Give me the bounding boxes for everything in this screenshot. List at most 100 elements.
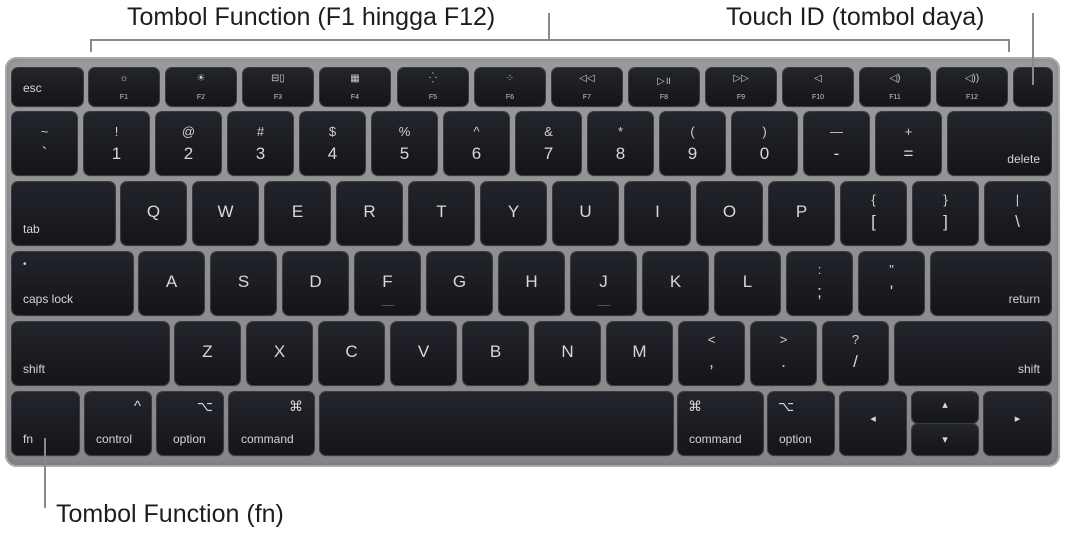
letter-legend: Y: [507, 202, 520, 221]
delete-key[interactable]: delete: [948, 112, 1051, 175]
key-m[interactable]: M: [607, 322, 672, 385]
key-w[interactable]: W: [193, 182, 258, 245]
key-b[interactable]: B: [463, 322, 528, 385]
key-f[interactable]: F: [355, 252, 420, 315]
key-6[interactable]: ^ 6: [444, 112, 509, 175]
arrow-up-key[interactable]: ▴: [912, 392, 978, 423]
key-backtick[interactable]: ~ `: [12, 112, 77, 175]
key-c[interactable]: C: [319, 322, 384, 385]
arrow-down-key[interactable]: ▾: [912, 424, 978, 455]
option-left-key[interactable]: ⌥ option: [157, 392, 223, 455]
shift-legend: (: [690, 124, 695, 139]
key-=[interactable]: + =: [876, 112, 941, 175]
key-x[interactable]: X: [247, 322, 312, 385]
tab-key[interactable]: tab: [12, 182, 115, 245]
key-punct-0[interactable]: :;: [787, 252, 852, 315]
key-a[interactable]: A: [139, 252, 204, 315]
key-v[interactable]: V: [391, 322, 456, 385]
shift-legend: *: [617, 124, 624, 139]
space-bar[interactable]: [320, 392, 673, 455]
f2-key[interactable]: ☀ F2: [166, 68, 236, 106]
key-punct-2[interactable]: <,: [679, 322, 744, 385]
key-bracket-0[interactable]: {[: [841, 182, 906, 245]
key-8[interactable]: * 8: [588, 112, 653, 175]
f8-key[interactable]: ▷॥ F8: [629, 68, 699, 106]
base-legend: ]: [943, 212, 948, 231]
command-left-key[interactable]: ⌘ command: [229, 392, 314, 455]
shift-left-key[interactable]: shift: [12, 322, 169, 385]
letter-legend: D: [309, 272, 322, 291]
f4-key[interactable]: ▦ F4: [320, 68, 390, 106]
shift-legend: <: [707, 332, 716, 347]
key-k[interactable]: K: [643, 252, 708, 315]
keyboard-backlight-down-icon: ⁛: [429, 73, 437, 84]
letter-legend: S: [237, 272, 250, 291]
key-n[interactable]: N: [535, 322, 600, 385]
key-4[interactable]: $4: [300, 112, 365, 175]
option-right-key[interactable]: ⌥ option: [768, 392, 834, 455]
key-p[interactable]: P: [769, 182, 834, 245]
key-punct-4[interactable]: ? /: [823, 322, 888, 385]
f4-label: F4: [350, 94, 360, 101]
key-i[interactable]: I: [625, 182, 690, 245]
base-legend: =: [903, 144, 914, 163]
key-r[interactable]: R: [337, 182, 402, 245]
esc-key[interactable]: esc: [12, 68, 83, 106]
control-symbol: ^: [133, 398, 141, 415]
caps-lock-key[interactable]: • caps lock: [12, 252, 133, 315]
key-s[interactable]: S: [211, 252, 276, 315]
callout-fn-key: Tombol Function (fn): [56, 500, 284, 528]
key-d[interactable]: D: [283, 252, 348, 315]
key-3[interactable]: #3: [228, 112, 293, 175]
key-y[interactable]: Y: [481, 182, 546, 245]
key-q[interactable]: Q: [121, 182, 186, 245]
shift-legend: %: [398, 124, 411, 139]
key-bracket-1[interactable]: }]: [913, 182, 978, 245]
key-e[interactable]: E: [265, 182, 330, 245]
base-legend: 5: [399, 144, 410, 163]
shift-legend: ~: [40, 124, 49, 139]
key-bracket-2[interactable]: | \: [985, 182, 1050, 245]
key-z[interactable]: Z: [175, 322, 240, 385]
f5-key[interactable]: ⁛ F5: [398, 68, 468, 106]
arrow-right-key[interactable]: ▸: [984, 392, 1051, 455]
fn-label: fn: [23, 432, 34, 446]
f6-key[interactable]: ⁘ F6: [475, 68, 545, 106]
key-l[interactable]: L: [715, 252, 780, 315]
f10-key[interactable]: ◁ F10: [783, 68, 853, 106]
f9-key[interactable]: ▷▷ F9: [706, 68, 776, 106]
volume-down-icon: ◁): [889, 73, 901, 84]
shift-legend: —: [830, 124, 843, 139]
f3-key[interactable]: ⊟▯ F3: [243, 68, 313, 106]
base-legend: 0: [759, 144, 770, 163]
option-symbol: ⌥: [778, 398, 795, 414]
f12-key[interactable]: ◁)) F12: [937, 68, 1007, 106]
key-j[interactable]: J: [571, 252, 636, 315]
f11-key[interactable]: ◁) F11: [860, 68, 930, 106]
shift-right-key[interactable]: shift: [895, 322, 1051, 385]
key-9[interactable]: (9: [660, 112, 725, 175]
key-1[interactable]: ! 1: [84, 112, 149, 175]
command-right-key[interactable]: ⌘ command: [678, 392, 763, 455]
key-5[interactable]: % 5: [372, 112, 437, 175]
key-o[interactable]: O: [697, 182, 762, 245]
key-punct-1[interactable]: " ': [859, 252, 924, 315]
control-key[interactable]: ^ control: [85, 392, 151, 455]
key-7[interactable]: & 7: [516, 112, 581, 175]
key-h[interactable]: H: [499, 252, 564, 315]
key-punct-3[interactable]: >.: [751, 322, 816, 385]
f7-key[interactable]: ◁◁ F7: [552, 68, 622, 106]
base-legend: -: [833, 144, 840, 163]
option-label: option: [779, 432, 812, 446]
key-2[interactable]: @2: [156, 112, 221, 175]
key-t[interactable]: T: [409, 182, 474, 245]
letter-legend: N: [561, 342, 574, 361]
f1-key[interactable]: ☼ F1: [89, 68, 159, 106]
base-legend: 1: [111, 144, 122, 163]
return-key[interactable]: return: [931, 252, 1051, 315]
key-g[interactable]: G: [427, 252, 492, 315]
key--[interactable]: — -: [804, 112, 869, 175]
key-u[interactable]: U: [553, 182, 618, 245]
arrow-left-key[interactable]: ◂: [840, 392, 906, 455]
key-0[interactable]: ) 0: [732, 112, 797, 175]
